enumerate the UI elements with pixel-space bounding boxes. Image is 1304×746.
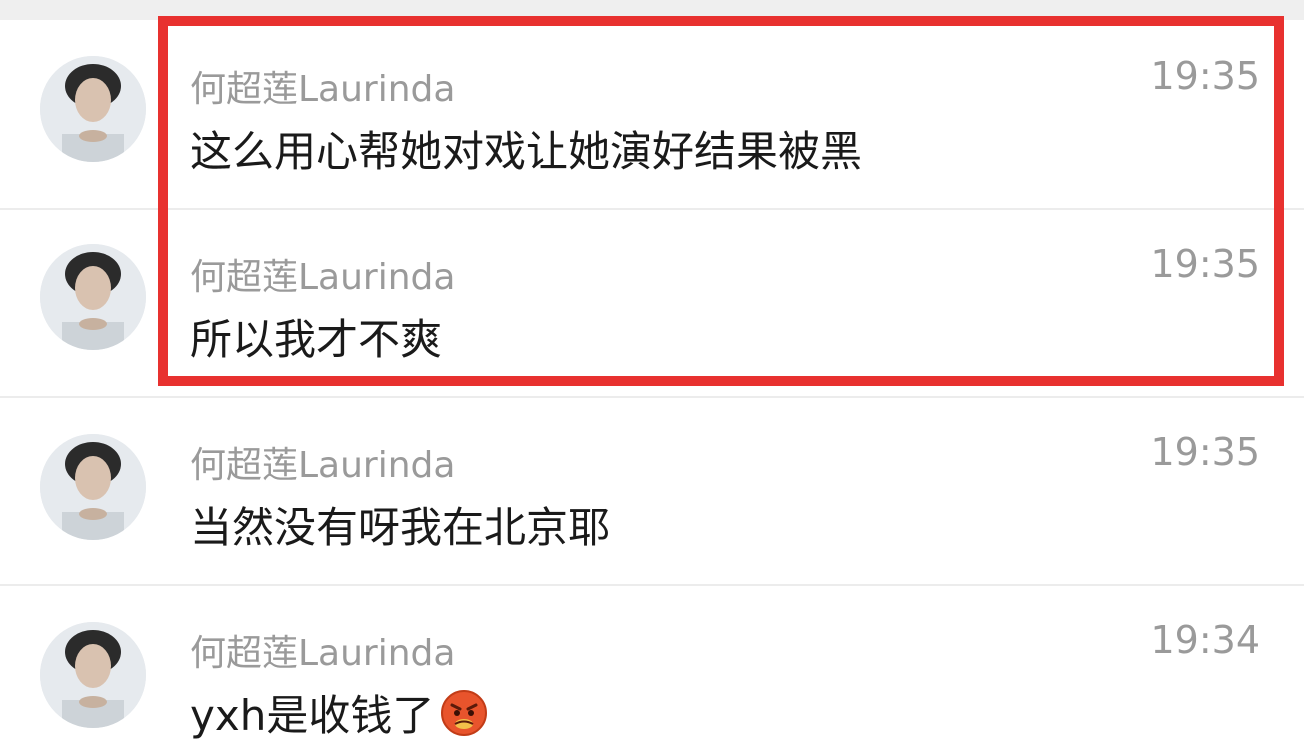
message-text: 当然没有呀我在北京耶 [190,503,611,552]
chat-message-row[interactable]: 何超莲Laurinda 19:35 这么用心帮她对戏让她演好结果被黑 [0,20,1304,208]
message-time: 19:35 [1150,430,1260,474]
sender-name: 何超莲Laurinda [190,633,456,674]
avatar[interactable] [40,244,146,350]
sender-name: 何超莲Laurinda [190,69,456,110]
sender-name: 何超莲Laurinda [190,445,456,486]
avatar[interactable] [40,434,146,540]
top-strip [0,0,1304,20]
message-text: yxh是收钱了 [190,691,435,740]
message-time: 19:35 [1150,54,1260,98]
message-text: 所以我才不爽 [190,315,443,364]
avatar[interactable] [40,56,146,162]
message-time: 19:34 [1150,618,1260,662]
chat-message-row[interactable]: 何超莲Laurinda 19:35 当然没有呀我在北京耶 [0,398,1304,586]
chat-message-row[interactable]: 何超莲Laurinda 19:35 所以我才不爽 [0,208,1304,398]
message-text: 这么用心帮她对戏让她演好结果被黑 [190,127,863,176]
message-time: 19:35 [1150,242,1260,286]
message-text-row: yxh是收钱了 [190,682,488,743]
chat-list: 何超莲Laurinda 19:35 这么用心帮她对戏让她演好结果被黑 何超莲La… [0,0,1304,746]
angry-face-emoji-icon [440,689,488,737]
sender-name: 何超莲Laurinda [190,257,456,298]
avatar[interactable] [40,622,146,728]
chat-message-row[interactable]: 何超莲Laurinda 19:34 yxh是收钱了 [0,586,1304,746]
